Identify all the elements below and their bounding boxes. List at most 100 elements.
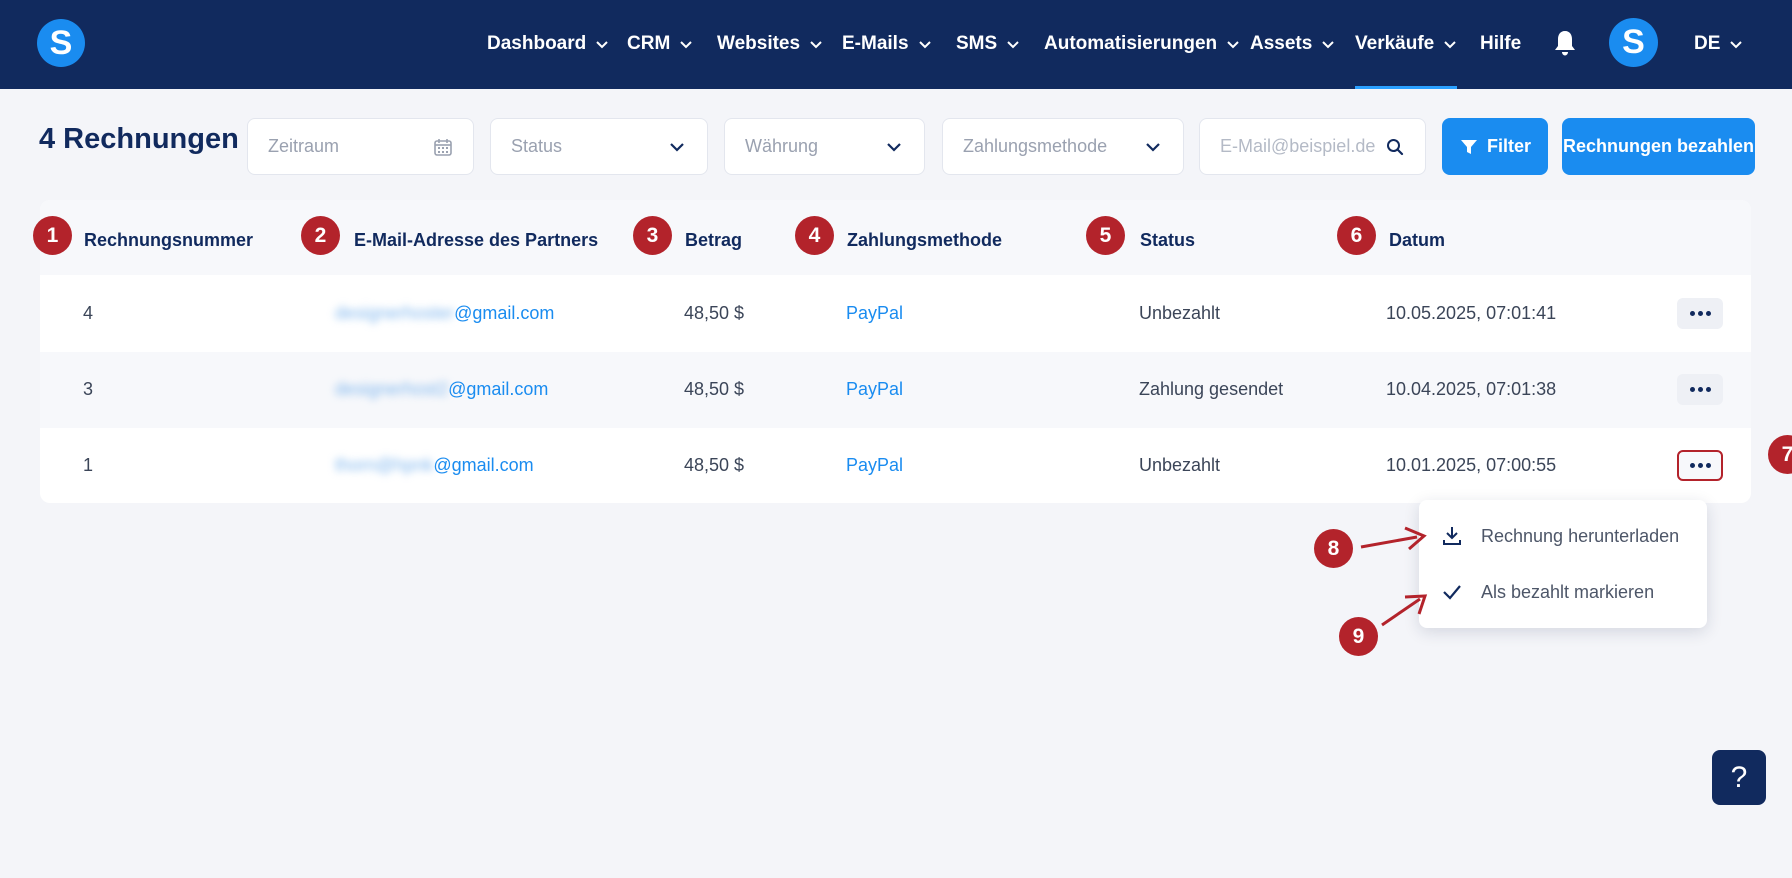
currency-placeholder: Währung (745, 136, 819, 156)
column-header-partner-email[interactable]: E-Mail-Adresse des Partners (354, 230, 598, 251)
check-icon (1443, 585, 1461, 600)
nav-label: Assets (1250, 33, 1313, 54)
column-header-status[interactable]: Status (1140, 230, 1195, 251)
help-label: ? (1730, 760, 1748, 794)
pay-invoices-label: Rechnungen bezahlen (1562, 136, 1755, 156)
app-logo[interactable]: S (37, 19, 85, 67)
menu-item-download-invoice[interactable]: Rechnung herunterladen (1419, 512, 1707, 560)
chevron-down-icon (596, 41, 608, 49)
email-search-input[interactable]: E-Mail@beispiel.de (1199, 118, 1426, 175)
nav-item-assets[interactable]: Assets (1250, 30, 1335, 58)
row-actions-button[interactable] (1677, 298, 1723, 329)
partner-email[interactable]: thorn@hpnk@gmail.com (335, 455, 534, 476)
column-header-date[interactable]: Datum (1389, 230, 1445, 251)
row-actions-button-highlighted[interactable] (1677, 450, 1723, 481)
filter-icon (1460, 139, 1477, 154)
partner-email[interactable]: designerhost2@gmail.com (335, 379, 548, 400)
invoice-amount: 48,50 $ (684, 455, 745, 475)
currency-select[interactable]: Währung (724, 118, 925, 175)
invoice-number: 4 (83, 303, 94, 323)
status-select[interactable]: Status (490, 118, 708, 175)
bell-icon[interactable] (1553, 29, 1577, 57)
filter-label: Filter (1486, 136, 1531, 156)
nav-item-dashboard[interactable]: Dashboard (487, 30, 609, 58)
annotation-badge: 4 (795, 216, 834, 255)
invoice-date: 10.01.2025, 07:00:55 (1386, 455, 1557, 475)
nav-item-hilfe[interactable]: Hilfe (1480, 30, 1521, 58)
nav-item-sms[interactable]: SMS (956, 30, 1020, 58)
chevron-down-icon (1444, 41, 1456, 49)
pay-invoices-button[interactable]: Rechnungen bezahlen (1562, 118, 1755, 175)
chevron-down-icon (1730, 41, 1743, 49)
date-range-input[interactable]: Zeitraum (247, 118, 474, 175)
nav-item-websites[interactable]: Websites (717, 30, 823, 58)
dot (1705, 463, 1711, 468)
email-domain: @gmail.com (454, 303, 555, 323)
row-actions-menu: Rechnung herunterladen Als bezahlt marki… (1419, 500, 1707, 628)
nav-label: Dashboard (487, 33, 587, 54)
annotation-badge-mark-paid: 9 (1339, 617, 1378, 656)
nav-item-crm[interactable]: CRM (627, 30, 693, 58)
payment-method[interactable]: PayPal (846, 303, 903, 324)
search-icon[interactable] (1385, 137, 1405, 157)
redacted-email-local: thorn@hpnk (335, 455, 434, 475)
chevron-down-icon (680, 41, 692, 49)
table-header: 1 Rechnungsnummer 2 E-Mail-Adresse des P… (33, 200, 1751, 275)
menu-item-mark-paid[interactable]: Als bezahlt markieren (1419, 568, 1707, 616)
table-row[interactable]: 4 designerhoster@gmail.com 48,50 $ PayPa… (40, 276, 1751, 352)
chevron-down-icon (887, 142, 901, 152)
nav-item-emails[interactable]: E-Mails (842, 30, 932, 58)
invoice-number: 3 (83, 379, 94, 399)
invoice-date: 10.04.2025, 07:01:38 (1386, 379, 1557, 399)
language-label: DE (1694, 33, 1721, 54)
redacted-email-local: designerhoster (335, 303, 455, 323)
help-button[interactable]: ? (1712, 750, 1766, 805)
invoice-amount: 48,50 $ (684, 303, 745, 323)
filter-button[interactable]: Filter (1442, 118, 1548, 175)
avatar-letter: S (1622, 23, 1645, 61)
invoices-table: 1 Rechnungsnummer 2 E-Mail-Adresse des P… (33, 200, 1751, 504)
avatar[interactable]: S (1609, 18, 1658, 67)
invoice-status: Unbezahlt (1139, 303, 1221, 323)
nav-label: E-Mails (842, 33, 909, 54)
status-placeholder: Status (511, 136, 563, 156)
row-actions-button[interactable] (1677, 374, 1723, 405)
invoice-status: Unbezahlt (1139, 455, 1221, 475)
table-row[interactable]: 3 designerhost2@gmail.com 48,50 $ PayPal… (40, 352, 1751, 428)
dot (1689, 463, 1695, 468)
menu-item-label: Rechnung herunterladen (1481, 525, 1680, 546)
invoice-amount: 48,50 $ (684, 379, 745, 399)
download-icon (1443, 527, 1461, 545)
invoice-number: 1 (83, 455, 94, 475)
chevron-down-icon (1146, 142, 1160, 152)
nav-label: Hilfe (1480, 33, 1522, 54)
invoice-status: Zahlung gesendet (1139, 379, 1284, 399)
email-search-placeholder: E-Mail@beispiel.de (1220, 136, 1376, 156)
nav-label: Websites (717, 33, 801, 54)
chevron-down-icon (1007, 41, 1019, 49)
nav-label: SMS (956, 33, 998, 54)
chevron-down-icon (670, 142, 684, 152)
annotation-badge-download: 8 (1314, 529, 1353, 568)
nav-item-automatisierungen[interactable]: Automatisierungen (1044, 30, 1240, 58)
nav-label: CRM (627, 33, 671, 54)
language-selector[interactable]: DE (1694, 30, 1743, 58)
table-row[interactable]: 1 thorn@hpnk@gmail.com 48,50 $ PayPal Un… (40, 428, 1751, 504)
payment-method[interactable]: PayPal (846, 379, 903, 400)
column-header-amount[interactable]: Betrag (685, 230, 742, 251)
annotation-badge: 5 (1086, 216, 1125, 255)
arrow-to-download (1360, 526, 1427, 551)
nav-item-verkaeufe[interactable]: Verkäufe (1355, 30, 1458, 89)
redacted-email-local: designerhost2 (335, 379, 449, 399)
payment-method[interactable]: PayPal (846, 455, 903, 476)
email-domain: @gmail.com (448, 379, 549, 399)
annotation-badge: 1 (33, 216, 72, 255)
menu-item-label: Als bezahlt markieren (1481, 581, 1655, 602)
logo-letter: S (49, 23, 73, 62)
chevron-down-icon (1227, 41, 1239, 49)
partner-email[interactable]: designerhoster@gmail.com (335, 303, 554, 324)
payment-method-select[interactable]: Zahlungsmethode (942, 118, 1184, 175)
annotation-badge-actions: 7 (1768, 435, 1792, 474)
column-header-invoice-number[interactable]: Rechnungsnummer (84, 230, 253, 251)
column-header-payment-method[interactable]: Zahlungsmethode (847, 230, 1002, 251)
